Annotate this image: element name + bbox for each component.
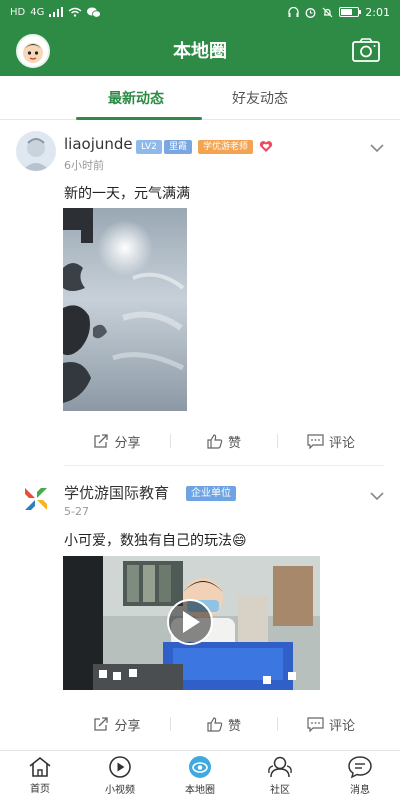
post-author[interactable]: 学优游国际教育 [64, 482, 169, 503]
like-button[interactable]: 赞 [171, 432, 277, 451]
post-actions: 分享 赞 评论 [64, 426, 384, 456]
eye-icon [189, 756, 211, 778]
share-label: 分享 [114, 718, 141, 734]
tab-friends[interactable]: 好友动态 [232, 88, 288, 108]
nav-community[interactable]: 社区 [240, 751, 320, 800]
play-icon [109, 756, 131, 778]
brand-logo-icon [16, 479, 56, 519]
post-video[interactable] [63, 556, 320, 690]
status-bar: HD 4G 2:01 [0, 0, 400, 24]
comment-label: 评论 [328, 435, 355, 451]
hd-indicator: HD [10, 6, 26, 18]
nav-home-label: 首页 [30, 784, 50, 795]
nav-short-video-label: 小视频 [105, 785, 135, 796]
active-tab-indicator [76, 117, 202, 120]
comment-icon [307, 716, 324, 732]
alarm-icon [305, 7, 316, 18]
profile-photo-icon [16, 131, 56, 171]
comment-icon [307, 433, 324, 449]
app-header: 本地圈 [0, 24, 400, 76]
signal-icon [49, 7, 64, 17]
level-badge: LV2 [136, 140, 162, 154]
post-avatar[interactable] [16, 479, 56, 519]
share-icon [94, 433, 109, 448]
post-content: 新的一天，元气满满 [64, 186, 190, 202]
wifi-icon [68, 7, 82, 17]
comment-button[interactable]: 评论 [278, 432, 384, 451]
chevron-down-icon[interactable] [370, 491, 384, 501]
org-badge: 企业单位 [186, 486, 236, 501]
post-actions: 分享 赞 评论 [64, 709, 384, 739]
heart-icon [259, 141, 273, 152]
wechat-icon [87, 7, 102, 18]
page-title: 本地圈 [173, 41, 227, 62]
nav-home[interactable]: 首页 [0, 751, 80, 800]
user-avatar[interactable] [16, 34, 50, 68]
role-badge: 学优游老师 [198, 140, 254, 154]
nav-messages[interactable]: 消息 [320, 751, 400, 800]
camera-icon[interactable] [352, 38, 380, 62]
post-author[interactable]: liaojunde [64, 135, 133, 153]
share-icon [94, 716, 109, 731]
post-time: 5-27 [64, 505, 89, 518]
share-button[interactable]: 分享 [64, 715, 170, 734]
message-icon [348, 756, 372, 779]
post-card: liaojunde LV2 里霞 学优游老师 6小时前 新的一天，元气满满 分享… [0, 121, 400, 466]
mute-icon [322, 7, 333, 17]
nav-messages-label: 消息 [350, 785, 370, 796]
tab-latest[interactable]: 最新动态 [108, 88, 164, 108]
chevron-down-icon[interactable] [370, 143, 384, 153]
nav-short-video[interactable]: 小视频 [80, 751, 160, 800]
bottom-nav: 首页 小视频 本地圈 社区 消息 [0, 750, 400, 800]
thumbs-up-icon [207, 716, 223, 732]
status-time: 2:01 [365, 5, 390, 19]
nav-local-circle-label: 本地圈 [185, 785, 215, 796]
nav-local-circle[interactable]: 本地圈 [160, 751, 240, 800]
post-time: 6小时前 [64, 159, 104, 172]
share-label: 分享 [114, 435, 141, 451]
location-badge: 里霞 [164, 140, 193, 154]
network-indicator: 4G [30, 6, 45, 18]
battery-icon [339, 7, 362, 17]
headset-icon [288, 6, 299, 17]
post-image[interactable] [63, 208, 187, 411]
like-label: 赞 [227, 718, 241, 734]
post-content: 小可爱，数独有自己的玩法😄 [64, 533, 247, 549]
comment-label: 评论 [328, 718, 355, 734]
community-icon [268, 756, 292, 778]
share-button[interactable]: 分享 [64, 432, 170, 451]
like-button[interactable]: 赞 [171, 715, 277, 734]
post-card: 学优游国际教育 企业单位 5-27 小可爱，数独有自己的玩法😄 分享 赞 评论 [0, 466, 400, 750]
home-icon [29, 756, 51, 777]
feed-list[interactable]: liaojunde LV2 里霞 学优游老师 6小时前 新的一天，元气满满 分享… [0, 121, 400, 750]
post-avatar[interactable] [16, 131, 56, 171]
like-label: 赞 [227, 435, 241, 451]
thumbs-up-icon [207, 433, 223, 449]
feed-tabs: 最新动态 好友动态 [0, 76, 400, 120]
cartoon-avatar-icon [23, 43, 43, 63]
comment-button[interactable]: 评论 [278, 715, 384, 734]
nav-community-label: 社区 [270, 785, 290, 796]
